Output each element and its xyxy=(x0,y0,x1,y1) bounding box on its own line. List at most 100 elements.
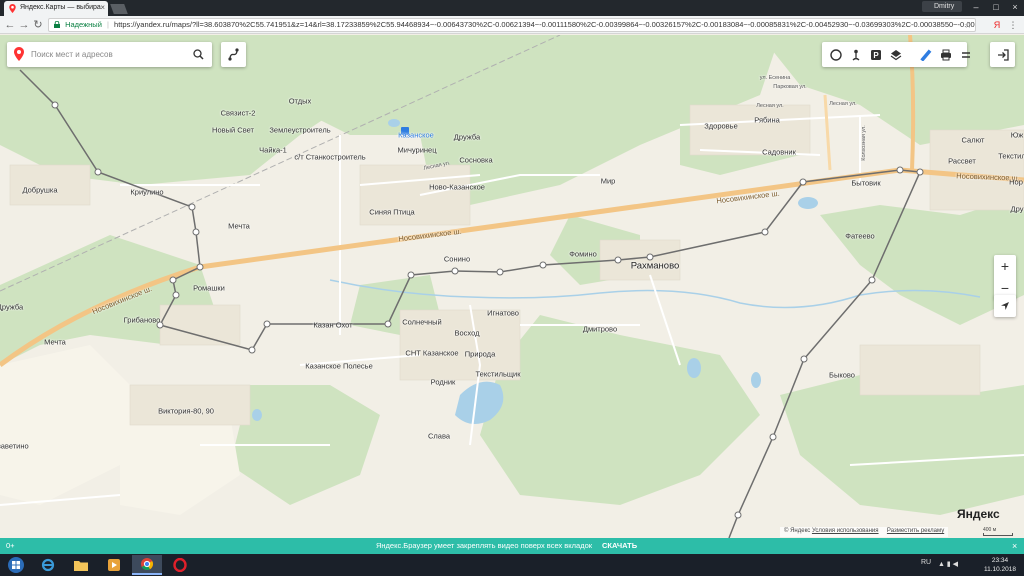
map-toolbar: P xyxy=(822,42,970,67)
close-window-icon[interactable]: × xyxy=(1005,0,1024,14)
back-icon[interactable]: ← xyxy=(3,18,17,32)
map-label: Криулино xyxy=(130,187,164,197)
clock-date: 11.10.2018 xyxy=(983,566,1017,573)
map-label: Быково xyxy=(829,370,855,380)
browser-menu-icon[interactable]: ⋮ xyxy=(1006,18,1020,32)
taskbar-explorer[interactable] xyxy=(66,555,96,575)
start-button[interactable] xyxy=(2,555,30,575)
secure-label: Надежный xyxy=(65,20,102,29)
map-label: Связист-2 xyxy=(220,108,256,118)
taskbar-opera[interactable] xyxy=(165,555,195,575)
panorama-icon[interactable] xyxy=(847,46,864,63)
map-label: Дмитрово xyxy=(582,324,618,334)
notification-close-icon[interactable]: × xyxy=(1012,538,1017,554)
street-label: ул. Есенина xyxy=(759,75,791,81)
ruler-icon[interactable] xyxy=(917,46,934,63)
zoom-in-button[interactable]: + xyxy=(994,255,1016,277)
url-field[interactable]: Надежный | https://yandex.ru/maps/?ll=38… xyxy=(48,18,976,32)
scale-bar: 400 м xyxy=(983,527,1013,536)
lock-icon xyxy=(54,21,60,28)
login-icon xyxy=(997,48,1009,61)
map-label: Сонино xyxy=(443,254,471,264)
maximize-icon[interactable]: □ xyxy=(986,0,1006,14)
map-label: Дру xyxy=(1010,204,1024,214)
search-input[interactable] xyxy=(31,47,191,62)
street-label: Лесная ул. xyxy=(756,103,784,109)
login-button[interactable] xyxy=(990,42,1015,67)
tab-title: Яндекс.Карты — выбира xyxy=(20,4,101,11)
tab-close-icon[interactable]: × xyxy=(100,3,105,12)
map-base-layer xyxy=(0,35,1024,538)
notification-age-label: 0+ xyxy=(6,541,15,550)
map-label: Восход xyxy=(454,328,480,338)
map-label: Рассвет xyxy=(948,156,976,166)
route-button[interactable] xyxy=(221,42,246,67)
map-label: Мир xyxy=(600,176,616,186)
copyright-text: © Яндекс xyxy=(784,528,811,534)
menu-icon[interactable] xyxy=(957,46,974,63)
url-separator: | xyxy=(106,20,109,29)
map-label: Игнатово xyxy=(487,308,519,318)
map-label: Синяя Птица xyxy=(369,207,415,217)
print-icon[interactable] xyxy=(937,46,954,63)
map-label: Дружба xyxy=(453,132,481,142)
bookmark-star-icon[interactable]: ☆ xyxy=(964,19,972,31)
map-canvas[interactable]: Отдых Связист-2 Новый Свет Землеустроите… xyxy=(0,35,1024,538)
taskbar-media[interactable] xyxy=(99,555,129,575)
system-clock[interactable]: 23:34 11.10.2018 xyxy=(980,556,1020,574)
ads-link[interactable]: Разместить рекламу xyxy=(887,528,944,534)
download-button[interactable]: СКАЧАТЬ xyxy=(602,538,637,554)
new-tab-button[interactable] xyxy=(110,4,128,14)
map-label: Виктория-80, 90 xyxy=(158,406,214,416)
taskbar-ie[interactable] xyxy=(33,555,63,575)
street-label: Лесная ул. xyxy=(829,101,857,107)
taskbar-chrome[interactable] xyxy=(132,555,162,575)
map-label: Салют xyxy=(961,135,985,145)
map-label: Землеустроитель xyxy=(269,125,331,135)
street-label: Парковая ул. xyxy=(773,84,807,90)
map-label: Добрушка xyxy=(22,185,58,195)
map-label: Садовник xyxy=(762,147,796,157)
search-icon[interactable] xyxy=(193,49,204,60)
address-bar: ← → ↻ Надежный | https://yandex.ru/maps/… xyxy=(0,16,1024,34)
map-label: Текстильщик xyxy=(475,369,521,379)
map-label: Мичуринец xyxy=(397,145,437,155)
map-label: с/т Станкостроитель xyxy=(294,152,366,162)
browser-tab[interactable]: Яндекс.Карты — выбира × xyxy=(4,1,108,16)
geolocation-button[interactable] xyxy=(994,295,1016,317)
terms-link[interactable]: Условия использования xyxy=(812,528,879,534)
notification-bar: 0+ Яндекс.Браузер умеет закреплять видео… xyxy=(0,538,1024,554)
map-label: Чайка-1 xyxy=(259,145,287,155)
media-player-icon xyxy=(108,559,120,571)
traffic-icon[interactable] xyxy=(827,46,844,63)
reload-icon[interactable]: ↻ xyxy=(31,18,45,32)
zoom-control: + − xyxy=(994,255,1016,299)
map-label: Бытовик xyxy=(851,178,881,188)
map-label: СНТ Казанское xyxy=(405,348,459,358)
map-label: Ново-Казанское xyxy=(429,182,485,192)
map-label: Фатеево xyxy=(845,231,875,241)
scale-line xyxy=(983,533,1013,536)
map-label: Мечта xyxy=(228,221,250,231)
internet-explorer-icon xyxy=(41,558,55,572)
map-label: Новый Свет xyxy=(212,125,254,135)
tray-icons[interactable]: ▲ ▮ ◀ xyxy=(938,560,958,568)
user-profile-badge[interactable]: Dmitry xyxy=(922,1,962,12)
language-indicator[interactable]: RU xyxy=(921,559,931,566)
map-label: Мечта xyxy=(44,337,66,347)
map-label-major: Рахманово xyxy=(630,260,680,272)
layers-icon[interactable] xyxy=(887,46,904,63)
clock-time: 23:34 xyxy=(991,557,1009,564)
station-label: Казанское xyxy=(398,130,434,140)
map-label: Ромашки xyxy=(193,283,225,293)
yandex-maps-favicon-icon xyxy=(9,4,16,13)
svg-text:P: P xyxy=(873,51,879,60)
map-label: Родник xyxy=(430,377,456,387)
yandex-logo: Яндекс xyxy=(957,507,1000,521)
map-label: Здоровье xyxy=(704,121,738,131)
yandex-extension-icon[interactable]: Я xyxy=(990,18,1004,32)
minimize-icon[interactable]: – xyxy=(966,0,986,14)
parking-icon[interactable]: P xyxy=(867,46,884,63)
map-label: Дружба xyxy=(0,302,24,312)
forward-icon[interactable]: → xyxy=(17,18,31,32)
